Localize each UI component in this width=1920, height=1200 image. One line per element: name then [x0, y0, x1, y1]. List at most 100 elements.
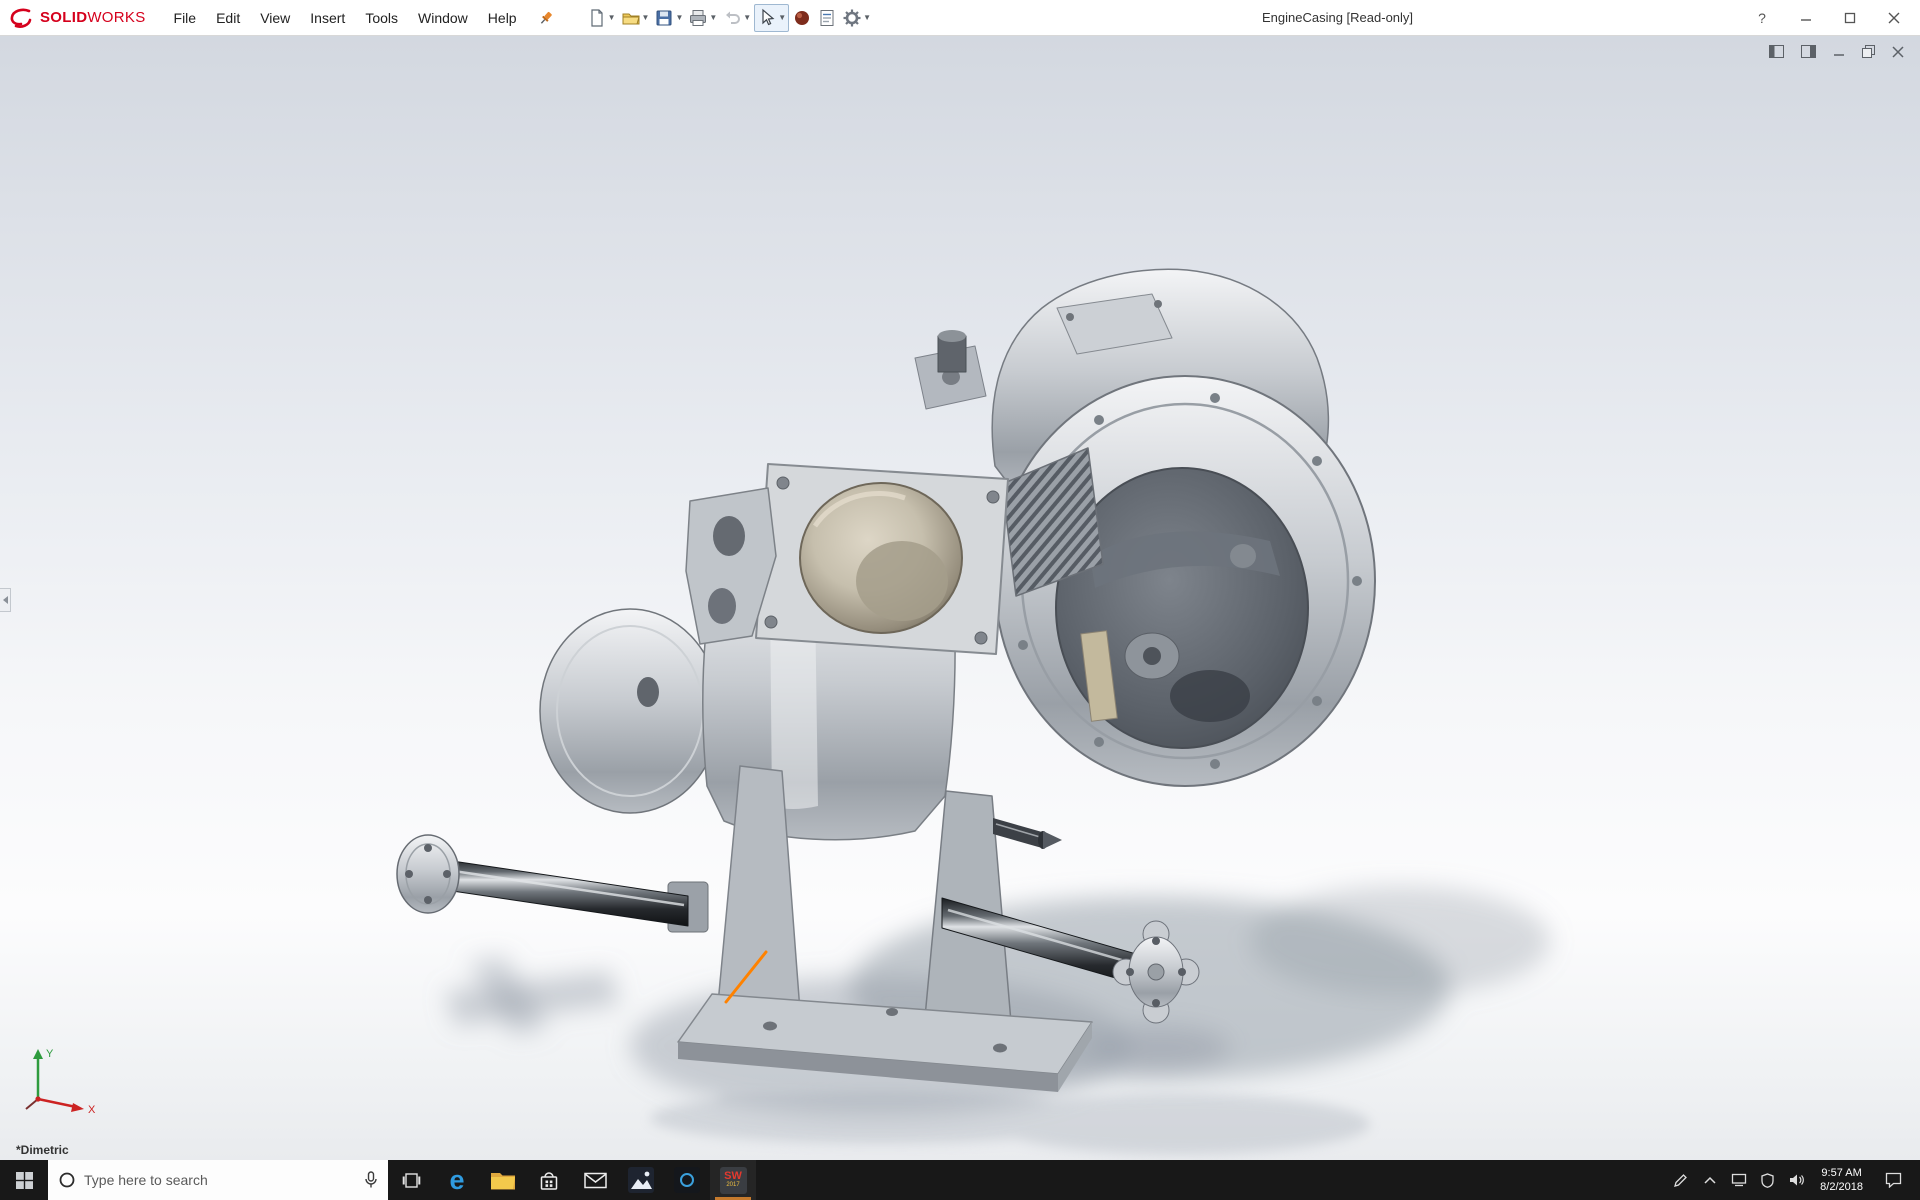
menu-edit[interactable]: Edit: [206, 0, 250, 36]
volume-icon: [1789, 1173, 1805, 1187]
start-button[interactable]: [0, 1160, 48, 1200]
close-icon: [1888, 12, 1900, 24]
volume-button[interactable]: [1782, 1160, 1811, 1200]
taskbar-app-mail[interactable]: [572, 1160, 618, 1200]
clock-time: 9:57 AM: [1820, 1166, 1863, 1180]
chevron-left-icon: [3, 596, 8, 604]
system-tray: 9:57 AM 8/2/2018: [1666, 1160, 1920, 1200]
menu-help[interactable]: Help: [478, 0, 527, 36]
child-restore-button[interactable]: [1862, 45, 1875, 58]
media-app-icon: [674, 1167, 700, 1193]
minimize-button[interactable]: [1788, 0, 1824, 36]
print-icon: [688, 8, 708, 28]
taskbar-app-photos[interactable]: [618, 1160, 664, 1200]
edge-icon: e: [449, 1167, 464, 1194]
pen-icon: [1673, 1173, 1688, 1188]
menu-insert[interactable]: Insert: [300, 0, 355, 36]
menu-file[interactable]: File: [164, 0, 207, 36]
pin-icon: [538, 10, 554, 26]
triad-x-label: X: [88, 1104, 96, 1116]
child-minimize-button[interactable]: [1833, 46, 1845, 58]
gear-icon: [842, 8, 862, 28]
shield-icon: [1761, 1173, 1774, 1188]
menu-bar: File Edit View Insert Tools Window Help: [164, 0, 527, 36]
new-document-button[interactable]: ▼: [585, 4, 618, 32]
folder-icon: [490, 1170, 516, 1191]
search-input[interactable]: [84, 1172, 356, 1188]
chevron-up-icon: [1704, 1176, 1716, 1184]
network-button[interactable]: [1724, 1160, 1753, 1200]
options-button[interactable]: ▼: [840, 4, 873, 32]
new-doc-icon: [587, 8, 607, 28]
open-button[interactable]: ▼: [619, 4, 652, 32]
triad-y-label: Y: [46, 1048, 54, 1060]
network-icon: [1731, 1173, 1747, 1187]
title-bar: SOLIDWORKS File Edit View Insert Tools W…: [0, 0, 1920, 36]
windows-taskbar: e: [0, 1160, 1920, 1200]
menu-pin-button[interactable]: [533, 5, 559, 31]
taskbar-app-solidworks[interactable]: SW 2017: [710, 1160, 756, 1200]
menu-window[interactable]: Window: [408, 0, 478, 36]
save-button[interactable]: ▼: [652, 4, 685, 32]
task-view-button[interactable]: [388, 1160, 434, 1200]
view-orientation-label: *Dimetric: [16, 1143, 69, 1157]
pane-left-button[interactable]: [1769, 45, 1784, 58]
options-sheet-button[interactable]: [815, 4, 839, 32]
document-window-controls: [1769, 45, 1904, 58]
quick-access-toolbar: ▼ ▼ ▼ ▼: [585, 4, 873, 32]
open-icon: [621, 8, 641, 28]
edit-appearance-button[interactable]: [790, 4, 814, 32]
task-view-icon: [402, 1172, 421, 1189]
clock-date: 8/2/2018: [1820, 1180, 1863, 1194]
action-center-icon: [1885, 1172, 1902, 1188]
restore-icon: [1862, 45, 1875, 58]
document-title: EngineCasing [Read-only]: [1262, 0, 1413, 36]
panel-flyout-tab[interactable]: [0, 588, 11, 612]
undo-icon: [722, 8, 742, 28]
hidden-icons-button[interactable]: [1695, 1160, 1724, 1200]
taskbar-app-store[interactable]: [526, 1160, 572, 1200]
help-button[interactable]: ?: [1744, 0, 1780, 36]
taskbar-app-file-explorer[interactable]: [480, 1160, 526, 1200]
windows-ink-button[interactable]: [1666, 1160, 1695, 1200]
maximize-icon: [1844, 12, 1856, 24]
taskbar-app-media[interactable]: [664, 1160, 710, 1200]
engine-casing-model[interactable]: [0, 36, 1920, 1160]
undo-button[interactable]: ▼: [720, 4, 753, 32]
mail-icon: [584, 1172, 607, 1189]
security-button[interactable]: [1753, 1160, 1782, 1200]
child-close-button[interactable]: [1892, 46, 1904, 58]
store-icon: [538, 1170, 560, 1191]
brand-swirl-icon: [8, 7, 34, 29]
taskbar-app-edge[interactable]: e: [434, 1160, 480, 1200]
solidworks-app-icon: SW 2017: [720, 1167, 747, 1194]
select-icon: [757, 8, 777, 28]
taskbar-clock[interactable]: 9:57 AM 8/2/2018: [1811, 1166, 1872, 1195]
search-circle-icon: [58, 1171, 76, 1189]
windows-logo-icon: [16, 1172, 33, 1189]
close-icon: [1892, 46, 1904, 58]
solidworks-window: SOLIDWORKS File Edit View Insert Tools W…: [0, 0, 1920, 1200]
graphics-viewport[interactable]: Y X *Dimetric: [0, 36, 1920, 1160]
pane-right-icon: [1801, 45, 1816, 58]
appearance-icon: [792, 8, 812, 28]
action-center-button[interactable]: [1872, 1160, 1914, 1200]
pane-right-button[interactable]: [1801, 45, 1816, 58]
photos-icon: [628, 1167, 654, 1193]
solidworks-logo: SOLIDWORKS: [0, 7, 164, 29]
pane-left-icon: [1769, 45, 1784, 58]
brand-name: SOLIDWORKS: [40, 9, 146, 26]
save-icon: [654, 8, 674, 28]
menu-view[interactable]: View: [250, 0, 300, 36]
close-button[interactable]: [1876, 0, 1912, 36]
taskbar-search[interactable]: [48, 1160, 388, 1200]
print-button[interactable]: ▼: [686, 4, 719, 32]
window-controls: ?: [1744, 0, 1912, 36]
microphone-icon[interactable]: [364, 1171, 378, 1189]
orientation-triad: Y X: [16, 1043, 102, 1126]
menu-tools[interactable]: Tools: [355, 0, 408, 36]
select-button[interactable]: ▼: [754, 4, 789, 32]
minimize-icon: [1833, 46, 1845, 58]
maximize-button[interactable]: [1832, 0, 1868, 36]
model-reflection: [650, 1092, 1370, 1154]
